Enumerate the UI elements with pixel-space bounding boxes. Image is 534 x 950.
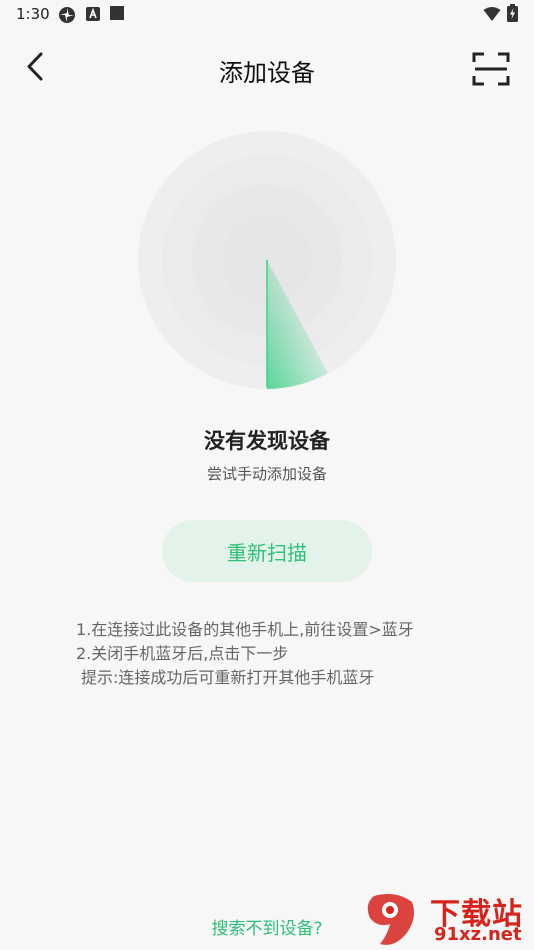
tips-list: 1.在连接过此设备的其他手机上,前往设置>蓝牙 2.关闭手机蓝牙后,点击下一步 … [76,618,516,690]
scan-radar [138,131,396,389]
tip-step-1: 1.在连接过此设备的其他手机上,前往设置>蓝牙 [76,620,414,639]
page-title: 添加设备 [219,59,315,87]
rescan-button[interactable]: 重新扫描 [162,520,372,582]
scan-button[interactable] [468,48,514,90]
pinwheel-icon [59,7,75,23]
scan-frame-icon [472,52,510,86]
battery-charging-icon [507,4,518,22]
rescan-button-label: 重新扫描 [227,540,307,565]
tip-step-2: 2.关闭手机蓝牙后,点击下一步 [76,644,289,663]
empty-state-subtitle: 尝试手动添加设备 [206,465,327,483]
watermark-url: 91xz.net [434,924,522,945]
wifi-icon [483,7,501,21]
device-not-found-label: 搜索不到设备? [211,919,323,939]
header: 添加设备 [0,40,534,98]
square-icon [110,6,124,20]
empty-state-title: 没有发现设备 [204,429,330,453]
status-time: 1:30 [16,5,50,23]
tip-hint: 提示:连接成功后可重新打开其他手机蓝牙 [81,668,375,687]
radar-graphic [138,131,396,389]
status-bar: 1:30 [0,0,534,28]
a-badge-icon [86,7,100,21]
